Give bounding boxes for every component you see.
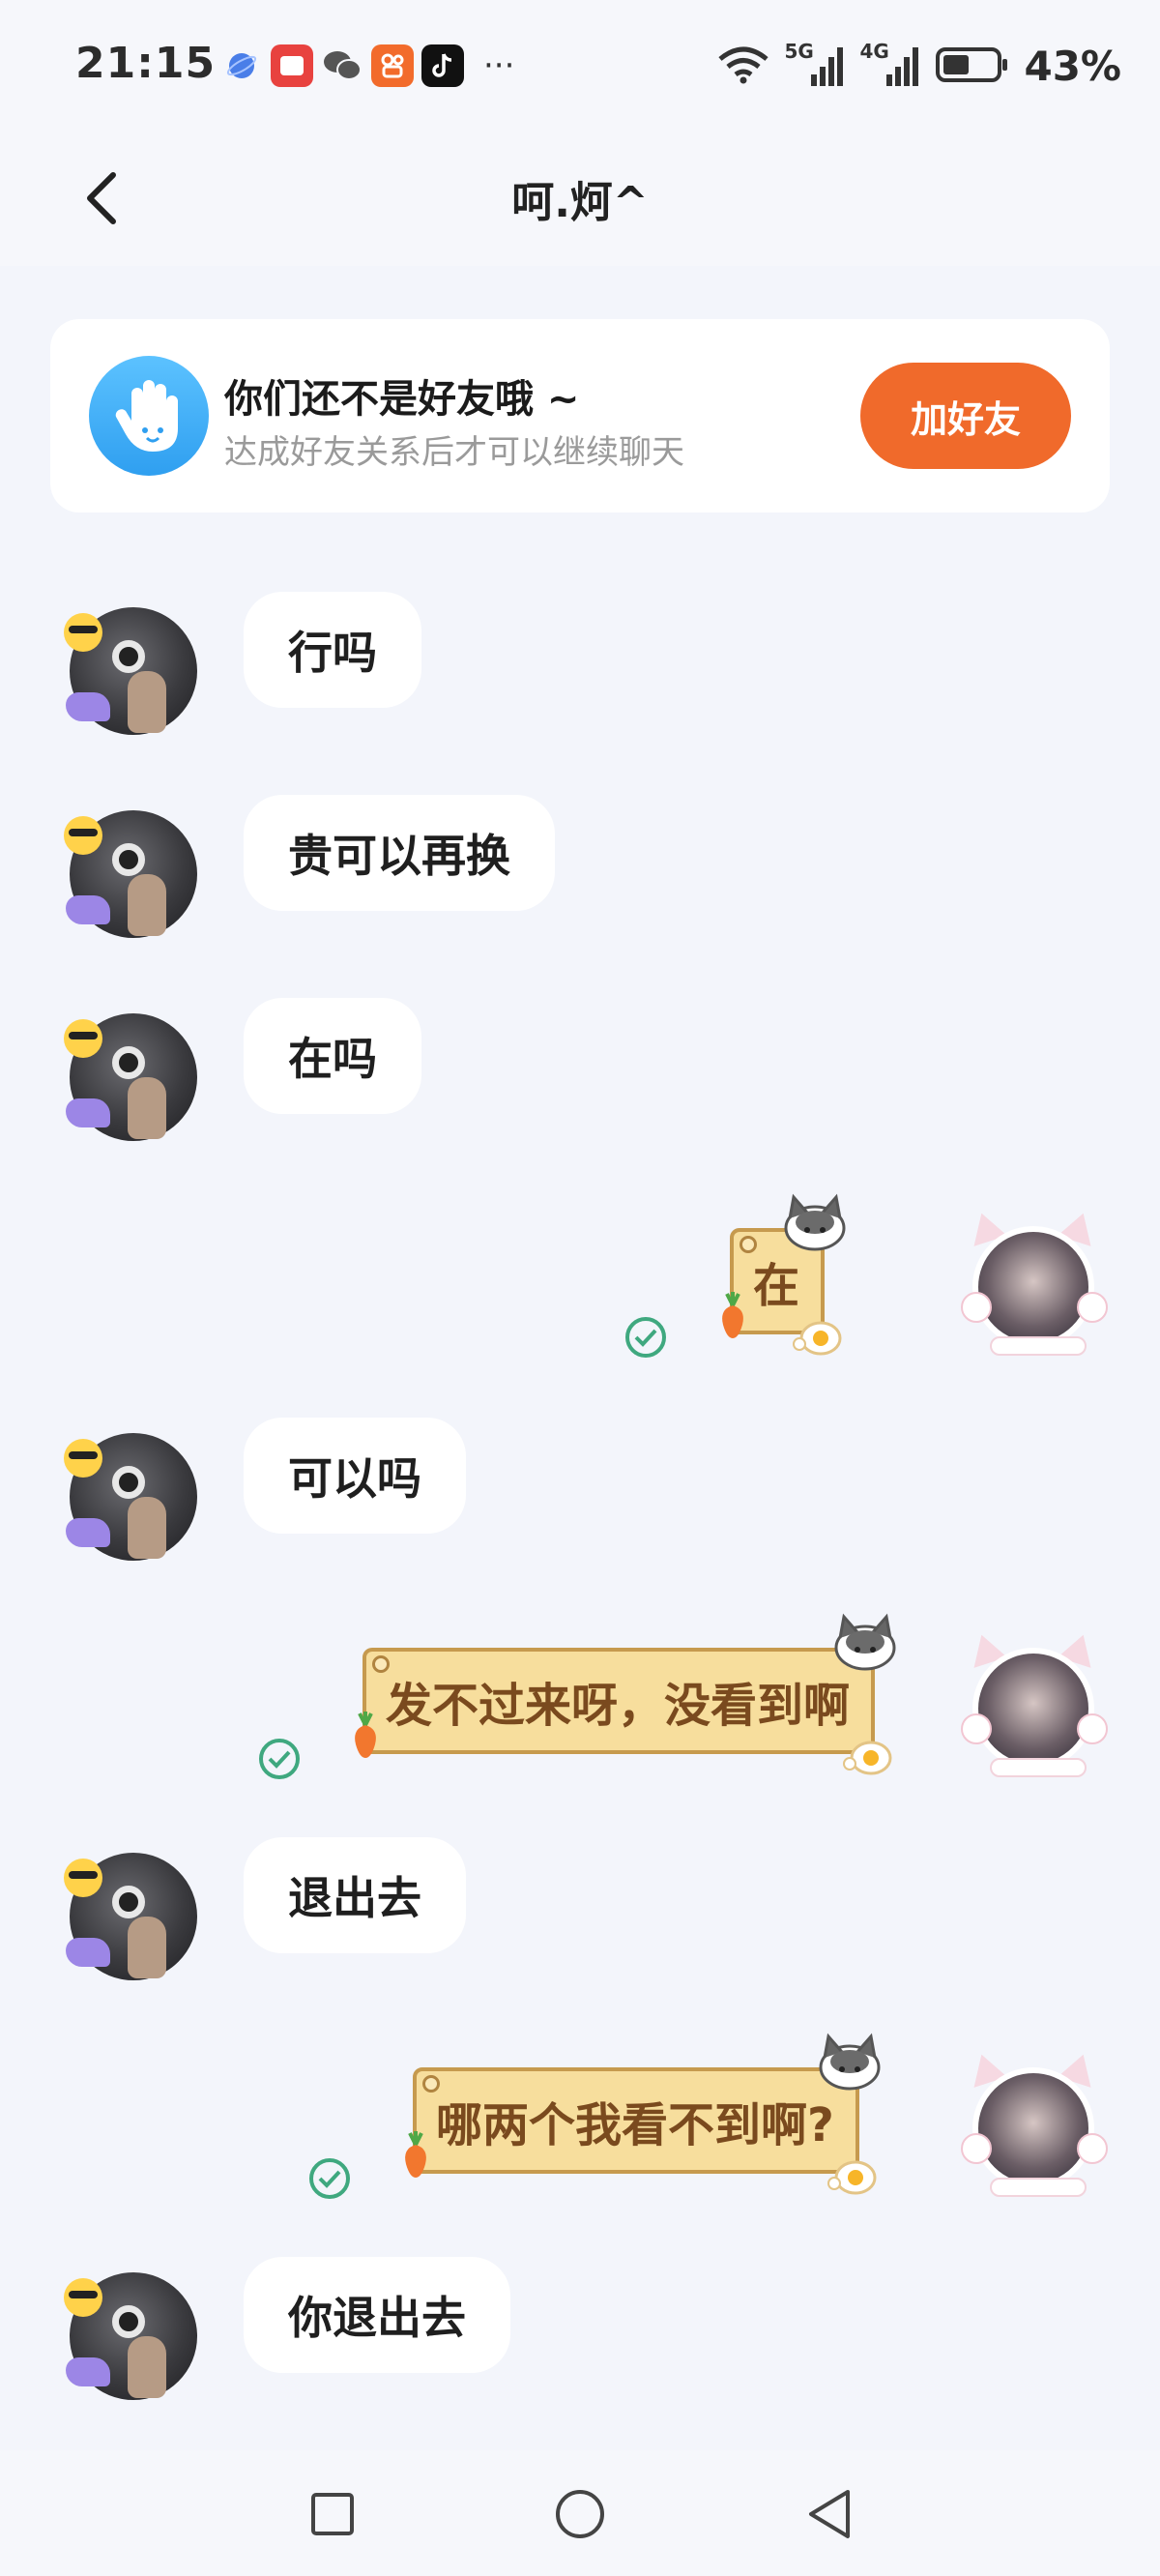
carrot-sticker-icon [355,1712,376,1758]
sunglasses-emoji-icon [64,1859,102,1897]
carrot-sticker-icon [722,1292,743,1338]
egg-sticker-icon [826,2160,877,2195]
paw-icon [1077,1292,1108,1323]
not-friends-banner: 你们还不是好友哦 ~ 达成好友关系后才可以继续聊天 加好友 [50,319,1110,512]
my-avatar[interactable] [961,1629,1108,1777]
egg-sticker-icon [793,1321,842,1356]
status-bar: 21:15 ··· 5G 4G 43% [0,0,1160,131]
incoming-message-bubble[interactable]: 你退出去 [244,2257,510,2373]
incoming-message-bubble[interactable]: 在吗 [244,998,421,1114]
reader-app-icon [271,44,313,87]
browser-icon [220,44,263,87]
message-row: 贵可以再换 [0,795,1160,940]
avatar-decoration-icon [66,1098,110,1127]
kuaishou-icon [371,44,414,87]
egg-sticker-icon [843,1741,892,1775]
contact-avatar[interactable] [64,2272,197,2400]
banner-subtitle: 达成好友关系后才可以继续聊天 [224,433,684,472]
read-check-icon [259,1739,300,1779]
contact-avatar[interactable] [64,1013,197,1141]
recents-icon [311,2493,354,2535]
incoming-message-bubble[interactable]: 行吗 [244,592,421,708]
wave-hand-icon [89,356,209,476]
my-avatar[interactable] [961,2049,1108,2197]
sunglasses-emoji-icon [64,613,102,652]
system-nav-bar [0,2450,1160,2576]
recents-button[interactable] [305,2487,360,2541]
battery-icon [935,45,1010,88]
message-row: 在吗 [0,998,1160,1143]
paw-icon [1077,1713,1108,1744]
paw-icon [961,1292,992,1323]
sunglasses-emoji-icon [64,2278,102,2317]
avatar-decoration-icon [66,1938,110,1967]
chat-title: 呵.炣^ [511,178,649,227]
paw-icon [1077,2133,1108,2164]
avatar-decoration-icon [66,1518,110,1547]
cat-sticker-icon [819,2033,881,2091]
tiktok-icon [421,44,464,87]
message-row: 你退出去 [0,2257,1160,2402]
signal-4g-icon: 4G [859,40,921,88]
back-triangle-icon [809,2490,850,2538]
contact-avatar[interactable] [64,607,197,735]
incoming-message-bubble[interactable]: 贵可以再换 [244,795,555,911]
message-row: 可以吗 [0,1418,1160,1563]
cat-sticker-icon [834,1613,896,1671]
battery-percent: 43% [1024,43,1121,90]
paw-icon [961,1713,992,1744]
status-right: 5G 4G 43% [716,40,1121,90]
message-row: 退出去 [0,1837,1160,1982]
read-check-icon [309,2158,350,2199]
home-button[interactable] [551,2485,609,2543]
avatar-decoration-icon [66,895,110,924]
message-row: 哪两个我看不到啊? [0,2033,1160,2224]
home-icon [556,2490,604,2538]
paw-icon [961,2133,992,2164]
wifi-icon [716,45,770,88]
avatar-decoration-icon [66,2357,110,2386]
outgoing-message-text: 在 [753,1259,800,1313]
incoming-message-bubble[interactable]: 可以吗 [244,1418,466,1534]
cat-sticker-icon [784,1193,846,1251]
read-check-icon [625,1317,666,1358]
outgoing-message-text: 发不过来呀，没看到啊 [386,1679,851,1733]
sunglasses-emoji-icon [64,816,102,855]
nav-back-button[interactable] [800,2485,858,2543]
carrot-sticker-icon [405,2131,426,2178]
message-row: 发不过来呀，没看到啊 [0,1613,1160,1804]
contact-avatar[interactable] [64,810,197,938]
message-row: 行吗 [0,592,1160,737]
sunglasses-emoji-icon [64,1019,102,1058]
incoming-message-bubble[interactable]: 退出去 [244,1837,466,1953]
outgoing-message-bubble[interactable]: 哪两个我看不到啊? [405,2033,881,2195]
outgoing-message-bubble[interactable]: 发不过来呀，没看到啊 [355,1613,896,1775]
outgoing-message-bubble[interactable]: 在 [722,1193,846,1356]
contact-avatar[interactable] [64,1853,197,1980]
message-row: 在 [0,1193,1160,1383]
avatar-decoration-icon [66,692,110,721]
status-time: 21:15 [75,39,217,88]
my-avatar[interactable] [961,1208,1108,1356]
banner-title: 你们还不是好友哦 ~ [224,377,580,422]
chat-header: 呵.炣^ [0,131,1160,266]
more-notifications-icon: ··· [483,46,515,85]
outgoing-message-text: 哪两个我看不到啊? [436,2098,834,2152]
contact-avatar[interactable] [64,1433,197,1561]
sunglasses-emoji-icon [64,1439,102,1478]
wechat-icon [321,44,363,87]
status-app-icons: ··· [220,44,514,87]
add-friend-button[interactable]: 加好友 [860,363,1071,469]
signal-5g-icon: 5G [784,40,846,88]
